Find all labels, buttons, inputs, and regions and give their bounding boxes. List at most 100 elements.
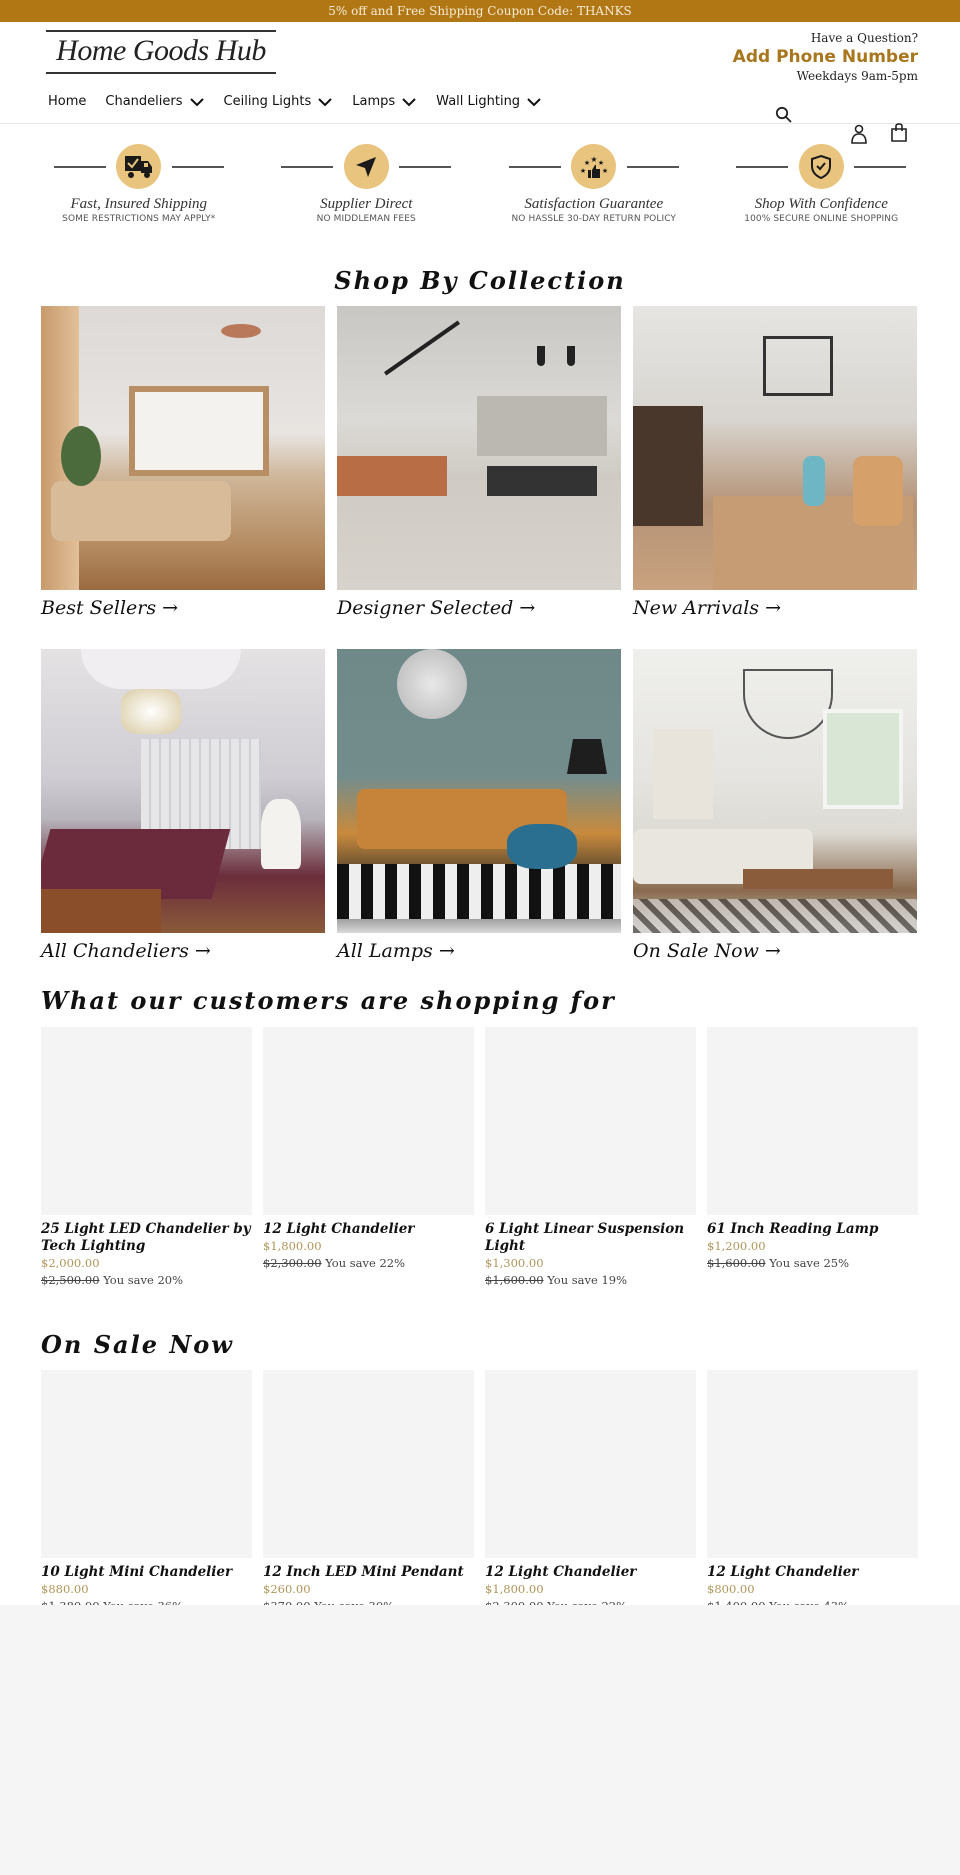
navigation-arrow-icon xyxy=(356,156,377,177)
product-card[interactable]: 12 Light Chandelier $1,800.00 $2,300.00 … xyxy=(263,1027,474,1289)
cart-icon xyxy=(891,123,907,142)
divider xyxy=(854,166,907,168)
collection-designer-selected[interactable]: Designer Selected → xyxy=(337,306,621,620)
chevron-down-icon xyxy=(402,97,416,106)
product-name: 10 Light Mini Chandelier xyxy=(41,1564,233,1580)
product-compare: $1,600.00 You save 25% xyxy=(707,1255,918,1272)
product-card[interactable]: 10 Light Mini Chandelier $880.00 $1,380.… xyxy=(41,1370,252,1615)
nav-label: Chandeliers xyxy=(105,94,183,109)
trust-subtitle: SOME RESTRICTIONS MAY APPLY* xyxy=(62,214,216,224)
divider xyxy=(171,166,224,168)
product-image xyxy=(485,1370,696,1558)
badge-circle xyxy=(116,144,162,189)
product-card[interactable]: 12 Inch LED Mini Pendant $260.00 $370.00… xyxy=(263,1370,474,1615)
contact-phone[interactable]: Add Phone Number xyxy=(733,46,918,68)
chevron-down-icon xyxy=(189,97,204,106)
nav-item-wall-lighting[interactable]: Wall Lighting xyxy=(436,94,542,109)
nav-item-ceiling-lights[interactable]: Ceiling Lights xyxy=(224,94,334,109)
product-price: $1,800.00 xyxy=(485,1582,544,1596)
sale-products-grid: 10 Light Mini Chandelier $880.00 $1,380.… xyxy=(41,1370,919,1615)
nav-item-chandeliers[interactable]: Chandeliers xyxy=(105,94,204,109)
collection-label: All Chandeliers → xyxy=(41,940,211,962)
collections-title: Shop By Collection xyxy=(334,266,626,295)
product-name: 12 Light Chandelier xyxy=(485,1564,637,1580)
stars-thumbs-up-icon: ★★ ★★ ★ xyxy=(580,155,608,178)
compare-at-price: $1,600.00 xyxy=(485,1273,544,1287)
search-button[interactable] xyxy=(775,106,793,128)
nav-item-home[interactable]: Home xyxy=(48,94,86,109)
contact-info: Have a Question? Add Phone Number Weekda… xyxy=(733,30,918,84)
nav-label: Ceiling Lights xyxy=(223,94,312,109)
savings: You save 25% xyxy=(769,1256,850,1270)
collection-all-chandeliers[interactable]: All Chandeliers → xyxy=(41,649,325,963)
savings: You save 19% xyxy=(547,1273,628,1287)
product-name: 12 Light Chandelier xyxy=(263,1221,415,1237)
trust-badge-satisfaction: ★ ★ ★ ★ ★ Satisfaction Guarantee NO HASSLE 3… xyxy=(483,144,705,256)
divider xyxy=(508,166,561,168)
collection-image xyxy=(633,306,917,590)
product-image xyxy=(707,1370,918,1558)
product-name: 25 Light LED Chandelier by Tech Lighting xyxy=(41,1221,251,1254)
collection-image xyxy=(41,649,325,933)
badge-circle xyxy=(798,144,844,189)
product-price: $880.00 xyxy=(41,1582,89,1596)
product-compare: $2,300.00 You save 22% xyxy=(263,1255,474,1272)
compare-at-price: $2,300.00 xyxy=(263,1256,322,1270)
svg-text:★: ★ xyxy=(584,159,590,167)
product-image xyxy=(263,1027,474,1215)
nav-label: Lamps xyxy=(352,94,396,109)
collection-image xyxy=(337,649,621,933)
collection-grid: All Chandeliers → All Lamps → On Sale No… xyxy=(41,649,918,963)
collection-grid: Best Sellers → Designer Selected → New A… xyxy=(41,306,918,620)
compare-at-price: $1,600.00 xyxy=(707,1256,766,1270)
product-card[interactable]: 61 Inch Reading Lamp $1,200.00 $1,600.00… xyxy=(707,1027,918,1289)
nav-label: Home xyxy=(48,94,87,109)
collection-image xyxy=(41,306,325,590)
product-name: 6 Light Linear Suspension Light xyxy=(485,1221,685,1254)
trust-subtitle: NO HASSLE 30-DAY RETURN POLICY xyxy=(511,214,677,224)
collection-image xyxy=(633,649,917,933)
popular-title: What our customers are shopping for xyxy=(41,986,616,1015)
chevron-down-icon xyxy=(318,97,332,106)
product-card[interactable]: 6 Light Linear Suspension Light $1,300.0… xyxy=(485,1027,696,1289)
collection-label: All Lamps → xyxy=(337,940,455,962)
popular-products-grid: 25 Light LED Chandelier by Tech Lighting… xyxy=(41,1027,919,1289)
product-card[interactable]: 12 Light Chandelier $800.00 $1,400.00 Yo… xyxy=(707,1370,918,1615)
search-icon xyxy=(775,106,792,123)
product-price: $1,300.00 xyxy=(485,1256,544,1270)
collection-label: Designer Selected → xyxy=(337,597,536,619)
svg-text:★: ★ xyxy=(590,155,597,164)
product-card[interactable]: 12 Light Chandelier $1,800.00 $2,300.00 … xyxy=(485,1370,696,1615)
account-icon xyxy=(851,124,867,144)
trust-title: Shop With Confidence xyxy=(754,196,888,212)
trust-subtitle: NO MIDDLEMAN FEES xyxy=(316,214,416,224)
trust-badge-shipping: Fast, Insured Shipping SOME RESTRICTIONS… xyxy=(28,144,250,256)
logo[interactable]: Home Goods Hub xyxy=(46,30,276,74)
product-card[interactable]: 25 Light LED Chandelier by Tech Lighting… xyxy=(41,1027,252,1289)
site-header: Home Goods Hub Have a Question? Add Phon… xyxy=(0,22,960,144)
trust-badge-supplier: Supplier Direct NO MIDDLEMAN FEES xyxy=(255,144,477,256)
product-price: $1,800.00 xyxy=(263,1239,322,1253)
collection-best-sellers[interactable]: Best Sellers → xyxy=(41,306,325,620)
product-image xyxy=(41,1370,252,1558)
product-image xyxy=(263,1370,474,1558)
product-image xyxy=(41,1027,252,1215)
product-name: 61 Inch Reading Lamp xyxy=(707,1221,879,1237)
savings: You save 20% xyxy=(103,1273,184,1287)
collection-image xyxy=(337,306,621,590)
collection-new-arrivals[interactable]: New Arrivals → xyxy=(633,306,917,620)
badge-circle: ★ ★ ★ ★ ★ xyxy=(571,144,617,189)
nav-item-lamps[interactable]: Lamps xyxy=(352,94,417,109)
announcement-bar: 5% off and Free Shipping Coupon Code: TH… xyxy=(0,0,960,22)
product-price: $260.00 xyxy=(263,1582,311,1596)
collection-on-sale[interactable]: On Sale Now → xyxy=(633,649,917,963)
product-compare: $2,500.00 You save 20% xyxy=(41,1272,252,1289)
badge-circle xyxy=(343,144,389,189)
product-price: $1,200.00 xyxy=(707,1239,766,1253)
footer-area xyxy=(0,1605,960,1875)
product-name: 12 Inch LED Mini Pendant xyxy=(263,1564,464,1580)
product-price: $2,000.00 xyxy=(41,1256,100,1270)
collection-all-lamps[interactable]: All Lamps → xyxy=(337,649,621,963)
divider xyxy=(626,166,679,168)
divider xyxy=(736,166,789,168)
